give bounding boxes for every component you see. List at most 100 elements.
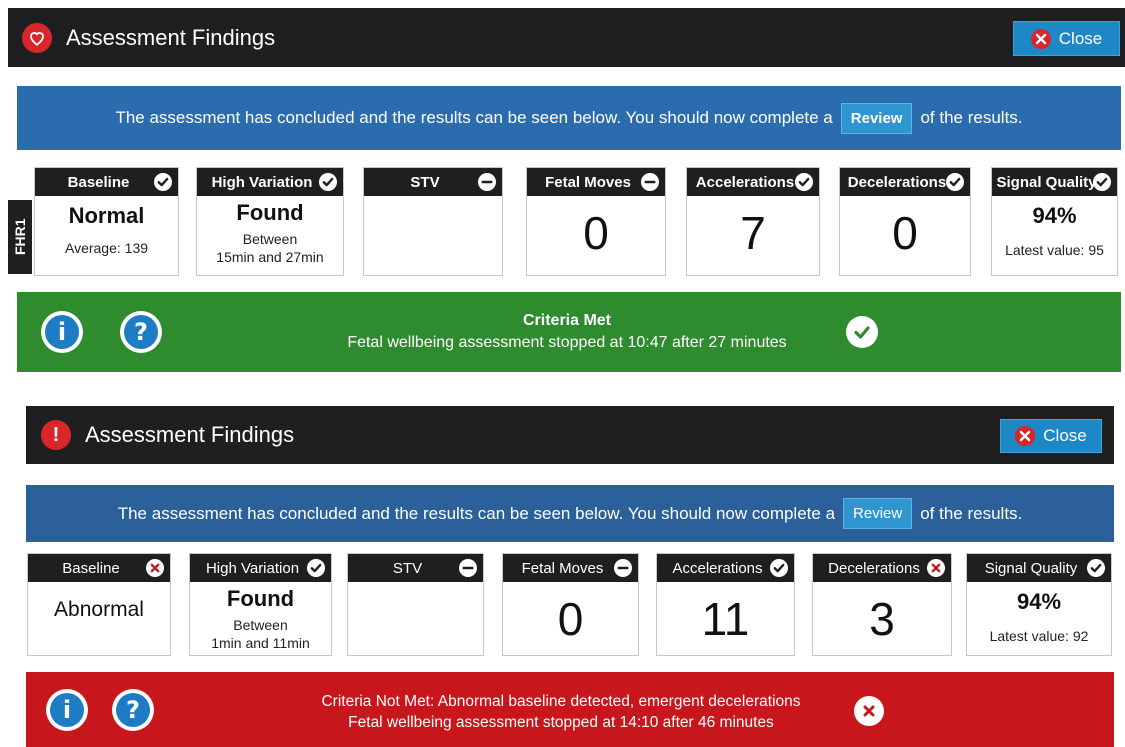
card-header: High Variation [190, 554, 331, 582]
card-value: 11 [701, 593, 750, 645]
card-value: 0 [892, 207, 918, 259]
card-header: Baseline [28, 554, 170, 582]
info-banner: The assessment has concluded and the res… [17, 86, 1121, 150]
info-icon: i [45, 315, 79, 349]
card-detail: Between [233, 617, 288, 633]
metric-card-high-variation: High Variation Found Between 15min and 27mi… [196, 167, 344, 276]
metric-card-stv: STV [363, 167, 503, 276]
check-circle-icon [307, 559, 325, 577]
banner-text: The assessment has concluded and the res… [115, 108, 833, 127]
card-label: Baseline [62, 559, 120, 577]
result-detail: Fetal wellbeing assessment stopped at 14… [348, 713, 774, 731]
check-circle-icon [770, 559, 788, 577]
metric-card-decelerations: Decelerations 3 [812, 553, 952, 656]
card-value: 3 [869, 593, 895, 645]
card-header: Accelerations [687, 168, 819, 196]
card-label: Accelerations [695, 173, 795, 191]
card-header: High Variation [197, 168, 343, 196]
close-icon [1030, 28, 1051, 49]
card-value: 94% [1016, 589, 1062, 614]
metric-card-fetal-moves: Fetal Moves 0 [526, 167, 666, 276]
x-circle-icon [854, 696, 884, 726]
minus-circle-icon [614, 559, 632, 577]
page-title: Assessment Findings [66, 24, 276, 50]
card-header: STV [348, 554, 483, 582]
close-button[interactable]: Close [1013, 21, 1120, 56]
card-value: Found [236, 200, 304, 225]
card-detail: Latest value: 95 [1005, 242, 1104, 258]
info-button[interactable]: i [46, 689, 88, 731]
result-title: Criteria Met [522, 312, 612, 329]
result-text: Criteria Met Fetal wellbeing assessment … [267, 310, 867, 353]
result-title: Criteria Not Met: Abnormal baseline dete… [321, 693, 801, 710]
card-header: Decelerations [840, 168, 970, 196]
banner-text-end: of the results. [920, 503, 1023, 523]
card-header: Baseline [35, 168, 178, 196]
heart-logo-icon [22, 22, 52, 53]
check-circle-icon [1087, 559, 1105, 577]
metric-card-baseline: Baseline Abnormal [27, 553, 171, 656]
card-header: Fetal Moves [503, 554, 638, 582]
minus-circle-icon [641, 173, 659, 191]
card-value: 94% [1032, 203, 1077, 228]
info-button[interactable]: i [41, 311, 83, 353]
metric-card-accelerations: Accelerations 7 [686, 167, 820, 276]
help-button[interactable]: ? [120, 311, 162, 353]
card-value: 0 [583, 207, 609, 259]
x-circle-icon [146, 559, 164, 577]
info-icon: i [50, 693, 84, 727]
result-detail: Fetal wellbeing assessment stopped at 10… [347, 333, 787, 351]
card-label: Signal Quality [984, 559, 1078, 577]
card-body: Normal Average: 139 [35, 203, 178, 257]
card-label: Baseline [67, 173, 130, 191]
card-value: 7 [740, 207, 766, 259]
help-icon: ? [116, 693, 150, 727]
card-label: Fetal Moves [545, 173, 631, 191]
card-label: STV [410, 173, 440, 191]
card-value: Found [226, 586, 295, 611]
card-value: Abnormal [54, 598, 144, 621]
card-label: Accelerations [672, 559, 763, 577]
close-button[interactable]: Close [1000, 419, 1102, 453]
review-button[interactable]: Review [843, 498, 913, 529]
panel1-header: Assessment Findings [8, 8, 1125, 67]
card-body: 94% Latest value: 92 [967, 589, 1111, 645]
card-detail: Average: 139 [64, 240, 149, 256]
metric-card-decelerations: Decelerations 0 [839, 167, 971, 276]
info-banner: The assessment has concluded and the res… [26, 485, 1114, 542]
minus-circle-icon [478, 173, 496, 191]
check-circle-icon [1093, 173, 1111, 191]
close-label: Close [1043, 426, 1087, 445]
card-label: Decelerations [828, 559, 920, 577]
metric-card-accelerations: Accelerations 11 [656, 553, 795, 656]
result-text: Criteria Not Met: Abnormal baseline dete… [246, 692, 876, 734]
metric-card-stv: STV [347, 553, 484, 656]
metric-card-baseline: Baseline Normal Average: 139 [34, 167, 179, 276]
check-circle-icon [795, 173, 813, 191]
review-button[interactable]: Review [840, 102, 913, 134]
banner-text-end: of the results. [920, 108, 1023, 127]
alert-logo-icon: ! [41, 420, 71, 450]
card-header: Fetal Moves [527, 168, 665, 196]
help-button[interactable]: ? [112, 689, 154, 731]
card-detail-range: 1min and 11min [211, 635, 310, 652]
card-body: Found Between 1min and 11min [190, 586, 331, 652]
card-body: Abnormal [28, 598, 170, 622]
card-body: 7 [687, 210, 819, 256]
card-body: 3 [813, 596, 951, 642]
card-value: 0 [557, 593, 584, 645]
card-label: STV [392, 559, 423, 577]
card-label: High Variation [205, 559, 300, 577]
card-body: 94% Latest value: 95 [992, 203, 1117, 259]
check-circle-icon [319, 173, 337, 191]
card-label: Fetal Moves [521, 559, 604, 577]
panel2-header: ! Assessment Findings [26, 406, 1114, 464]
card-detail-range: 15min and 27min [216, 249, 324, 266]
card-value: Normal [68, 203, 145, 228]
help-icon: ? [124, 315, 158, 349]
card-detail: Between [242, 231, 298, 247]
close-label: Close [1058, 28, 1103, 48]
metric-card-signal-quality: Signal Quality 94% Latest value: 92 [966, 553, 1112, 656]
check-circle-icon [946, 173, 964, 191]
card-body: Found Between 15min and 27min [197, 200, 343, 266]
